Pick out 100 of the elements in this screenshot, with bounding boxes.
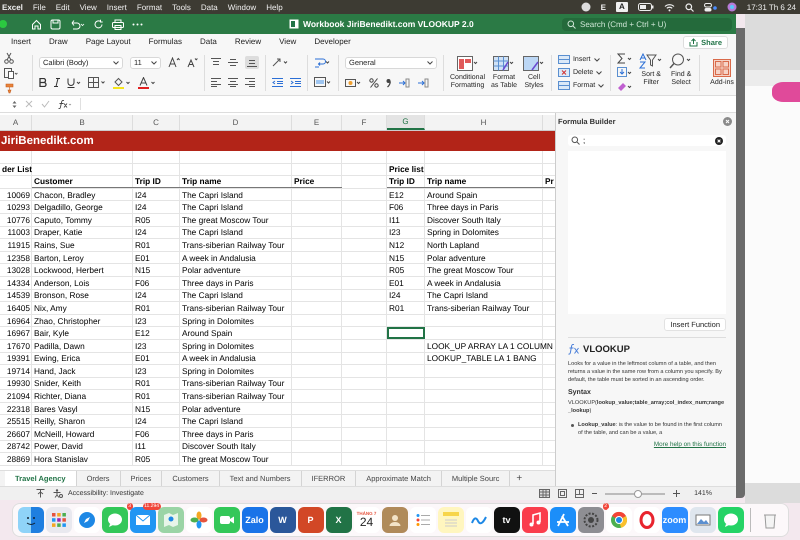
clock[interactable]: 17:31 Th 6 24 [746,2,796,12]
app-button[interactable]: Zalo [242,507,268,533]
wrap-text-icon[interactable] [314,57,331,68]
merge-cells-icon[interactable] [314,77,332,88]
app-menu[interactable]: Excel [2,2,23,12]
print-icon[interactable] [112,18,124,30]
function-search-field[interactable]: ; [568,135,726,146]
align-bottom-icon[interactable] [245,56,259,69]
search-input[interactable]: Search (Cmd + Ctrl + U) [580,20,720,28]
home-icon[interactable] [31,18,42,30]
ribbon-tab[interactable]: Review [226,35,270,49]
sheet-icon[interactable] [36,489,45,498]
decrease-indent-icon[interactable] [272,78,283,87]
align-top-icon[interactable] [211,58,221,67]
column-header[interactable]: E [292,115,342,130]
ribbon-tab[interactable]: View [270,35,306,49]
font-color-icon[interactable] [138,76,156,88]
search-field[interactable]: Search (Cmd + Ctrl + U) [562,18,732,30]
redo-icon[interactable] [93,18,104,30]
name-box-stepper-icon[interactable] [12,100,17,108]
app-button[interactable]: X [326,507,352,533]
menu-item[interactable]: File [32,2,46,12]
squiggle-icon[interactable] [466,507,492,533]
decimal-places-icon[interactable] [398,78,410,88]
ribbon-tab[interactable]: Data [190,35,226,49]
paintbrush-icon[interactable] [4,82,16,94]
ribbon-tab[interactable]: Insert [0,35,40,49]
column-header[interactable]: C [133,115,180,130]
keyboard-indicator[interactable]: E [600,2,606,12]
save-icon[interactable] [50,18,61,30]
app-button[interactable]: W [270,507,296,533]
underline-icon[interactable] [67,78,81,88]
sum-icon[interactable] [617,53,634,64]
bold-icon[interactable] [39,78,47,87]
compass-icon[interactable] [74,507,100,533]
column-header[interactable]: A [0,115,32,130]
selected-cell[interactable] [387,327,425,339]
text-angle-icon[interactable] [272,57,289,68]
input-source-indicator[interactable]: A [616,2,628,12]
comma-icon[interactable] [386,78,391,88]
circle-segments-icon[interactable] [606,507,632,533]
column-header[interactable]: H [425,115,543,130]
align-right-icon[interactable] [245,78,255,87]
wifi-icon[interactable] [664,2,675,12]
zoom-in-icon[interactable] [673,490,680,497]
increase-font-icon[interactable] [168,57,180,68]
menu-item[interactable]: Format [136,2,162,12]
column-header[interactable]: B [32,115,133,130]
paste-icon[interactable] [4,66,18,78]
function-icon[interactable] [58,100,72,108]
grid-icon[interactable] [46,507,72,533]
eraser-icon[interactable] [617,81,634,92]
close-icon[interactable] [723,116,732,126]
ribbon-tab[interactable]: Developer [305,35,360,49]
ribbon-tab[interactable]: Page Layout [76,35,140,49]
decrease-font-icon[interactable] [187,57,198,68]
more-icon[interactable] [132,22,143,26]
music-note-icon[interactable] [522,507,548,533]
align-left-icon[interactable] [211,78,221,87]
circle-icon[interactable] [580,2,591,12]
map-icon[interactable] [158,507,184,533]
ring-icon[interactable] [634,507,660,533]
italic-icon[interactable] [54,78,60,87]
toggles-icon[interactable] [704,2,717,12]
person-card-icon[interactable] [382,507,408,533]
smiling-face-icon[interactable] [18,507,44,533]
page-break-icon[interactable] [575,489,584,498]
currency-icon[interactable] [345,78,362,88]
menu-item[interactable]: Edit [56,2,70,12]
fill-color-icon[interactable] [113,76,131,88]
ribbon-tab[interactable]: Formulas [140,35,191,49]
decimal-places-icon[interactable] [417,78,429,88]
menu-item[interactable]: Window [228,2,256,12]
accessibility-icon[interactable] [53,489,63,498]
checkmark-icon[interactable] [41,100,50,108]
undo-icon[interactable] [69,18,85,30]
column-header[interactable]: G [387,115,425,130]
scissors-icon[interactable] [4,52,14,64]
zoom-slider-thumb[interactable] [634,490,642,498]
menu-item[interactable]: Tools [172,2,191,12]
menu-item[interactable]: Insert [106,2,127,12]
app-button[interactable]: tv [494,507,520,533]
fill-down-icon[interactable] [617,67,634,78]
column-header[interactable]: D [180,115,292,130]
envelope-icon[interactable] [130,507,156,533]
orb-icon[interactable] [726,2,737,12]
menu-item[interactable]: Data [200,2,218,12]
menu-item[interactable]: Help [266,2,283,12]
normal-view-icon[interactable] [539,489,550,498]
align-middle-icon[interactable] [228,58,238,67]
borders-icon[interactable] [88,77,106,88]
flower-icon[interactable] [186,507,212,533]
battery-icon[interactable] [638,3,654,11]
add-sheet-button[interactable]: + [510,471,528,486]
photo-viewer-icon[interactable] [690,507,716,533]
clear-icon[interactable] [715,136,723,144]
app-button[interactable]: P [298,507,324,533]
percent-icon[interactable] [369,78,379,88]
search-icon[interactable] [684,2,694,12]
menu-item[interactable]: View [80,2,97,12]
